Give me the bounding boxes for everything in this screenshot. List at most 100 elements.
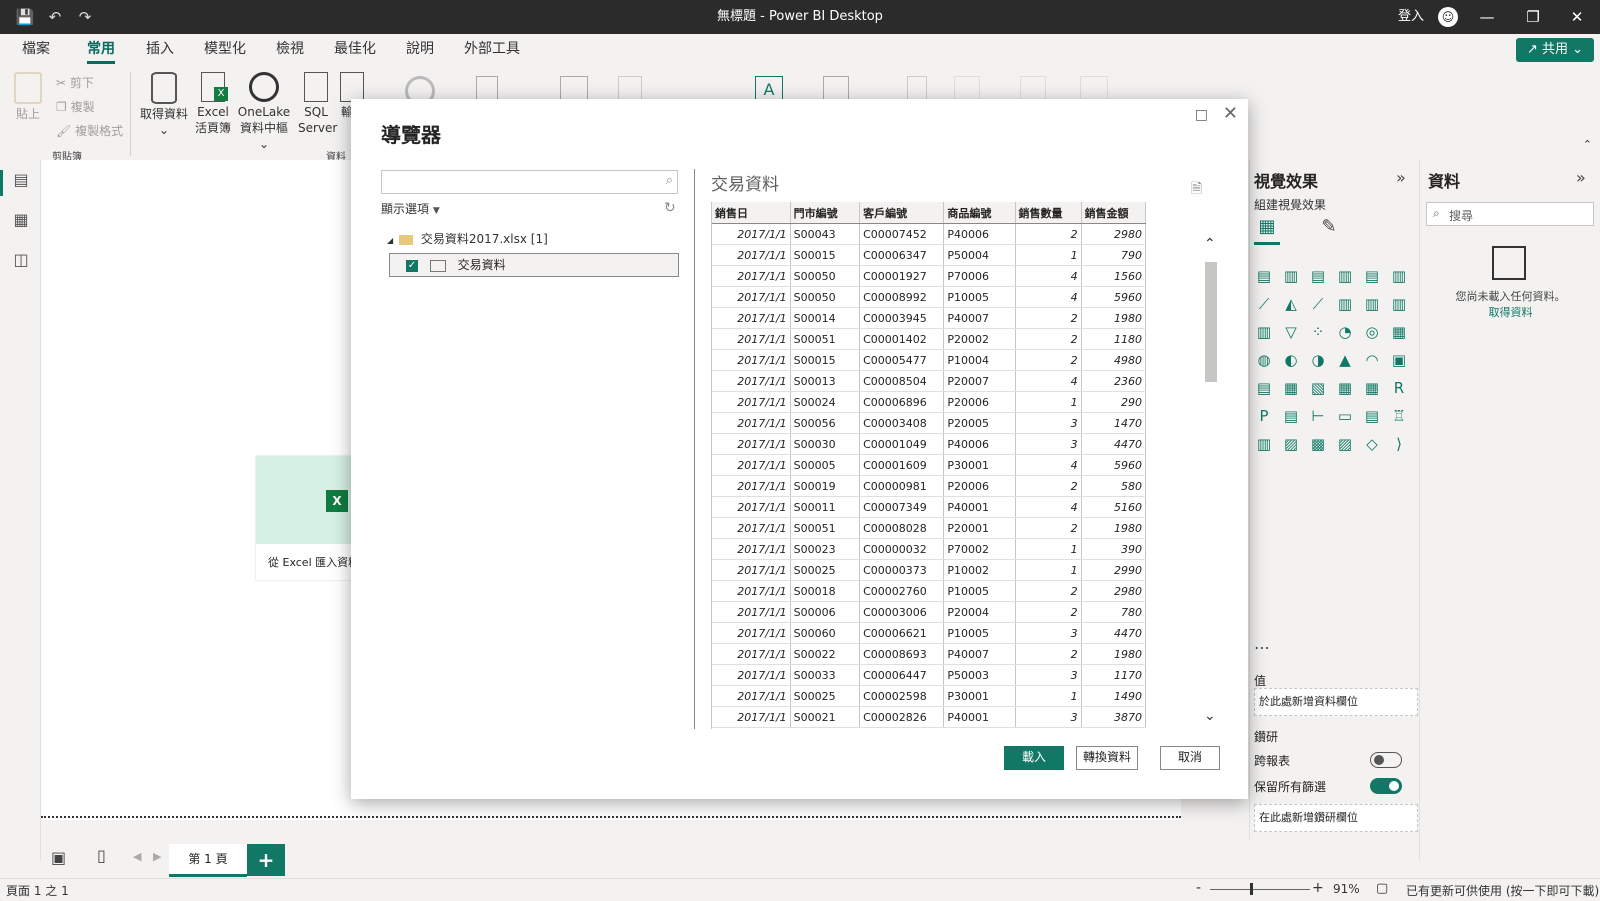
next-page-icon[interactable]: ▶ — [153, 850, 161, 863]
sheet-checkbox[interactable]: ✓ — [406, 259, 418, 272]
visual-type-icon[interactable]: ▭ — [1335, 406, 1355, 426]
visual-type-icon[interactable]: ▥ — [1362, 294, 1382, 314]
visual-type-icon[interactable]: ⟩ — [1389, 434, 1409, 454]
sql-server-button[interactable]: SQL Server — [298, 72, 337, 136]
visual-type-icon[interactable]: ▤ — [1254, 378, 1274, 398]
tab-view[interactable]: 檢視 — [276, 34, 304, 66]
navigator-search-input[interactable]: ⌕ — [381, 170, 678, 194]
scroll-up-icon[interactable]: ⌃ — [1204, 236, 1216, 252]
more-visuals-icon[interactable]: ⋯ — [1254, 638, 1270, 657]
data-search-input[interactable]: ⌕ 搜尋 — [1426, 202, 1594, 226]
drill-well[interactable]: 在此處新增鑽研欄位 — [1254, 804, 1418, 832]
visual-type-icon[interactable]: ▣ — [1389, 350, 1409, 370]
visual-type-icon[interactable]: ▤ — [1308, 266, 1328, 286]
visual-type-icon[interactable]: ◐ — [1281, 350, 1301, 370]
tree-sheet-item[interactable]: ✓ 交易資料 — [389, 253, 679, 277]
restore-icon[interactable]: ❐ — [1510, 0, 1556, 34]
import-excel-card[interactable]: X 從 Excel 匯入資料 — [256, 456, 359, 580]
update-notice[interactable]: 已有更新可供使用 (按一下即可下載) — [1406, 882, 1599, 899]
preview-table-container[interactable]: 銷售日 門市編號 客戶編號 商品編號 銷售數量 銷售金額 2017/1/1 S00043 C0… — [711, 202, 1146, 729]
visual-type-icon[interactable]: ⁘ — [1308, 322, 1328, 342]
cross-report-toggle[interactable] — [1370, 752, 1402, 768]
visual-type-icon[interactable]: ▽ — [1281, 322, 1301, 342]
visual-type-icon[interactable]: ⟋ — [1308, 294, 1328, 314]
cut-button[interactable]: ✂ 剪下 — [56, 74, 94, 91]
page-tab-1[interactable]: 第 1 頁 — [169, 844, 247, 877]
share-button[interactable]: ↗ 共用 ⌄ — [1516, 38, 1594, 62]
scroll-down-icon[interactable]: ⌄ — [1204, 708, 1216, 724]
visual-type-icon[interactable]: ◠ — [1362, 350, 1382, 370]
visual-type-icon[interactable]: ▤ — [1362, 406, 1382, 426]
get-data-button[interactable]: 取得資料 ⌄ — [140, 72, 188, 138]
zoom-in-icon[interactable]: + — [1312, 880, 1324, 896]
onelake-button[interactable]: OneLake 資料中樞⌄ — [236, 72, 292, 152]
expand-icon[interactable]: ◢ — [387, 236, 393, 245]
visual-type-icon[interactable]: ⊢ — [1308, 406, 1328, 426]
dialog-close-icon[interactable]: ✕ — [1223, 103, 1238, 124]
visual-type-icon[interactable]: ⟋ — [1254, 294, 1274, 314]
collapse-visuals-icon[interactable]: » — [1396, 168, 1406, 187]
visual-type-icon[interactable]: ▦ — [1389, 322, 1409, 342]
collapse-ribbon-icon[interactable]: ⌃ — [1583, 138, 1592, 151]
keep-filters-toggle[interactable] — [1370, 778, 1402, 794]
load-button[interactable]: 載入 — [1004, 746, 1064, 770]
visual-type-icon[interactable]: ▨ — [1281, 434, 1301, 454]
visual-type-icon[interactable]: ▥ — [1389, 266, 1409, 286]
zoom-slider-thumb[interactable] — [1250, 883, 1253, 895]
mobile-layout-icon[interactable]: ▯ — [97, 846, 106, 865]
tab-external-tools[interactable]: 外部工具 — [464, 34, 520, 66]
signin-link[interactable]: 登入 — [1398, 0, 1424, 34]
visual-type-icon[interactable]: R — [1389, 378, 1409, 398]
visual-type-icon[interactable]: ▩ — [1308, 434, 1328, 454]
tab-modeling[interactable]: 模型化 — [204, 34, 246, 66]
table-view-icon[interactable]: ▦ — [10, 210, 32, 232]
collapse-data-icon[interactable]: » — [1576, 168, 1586, 187]
zoom-slider[interactable] — [1210, 889, 1310, 890]
visual-type-icon[interactable]: ▥ — [1254, 434, 1274, 454]
visual-type-icon[interactable]: ▦ — [1281, 378, 1301, 398]
visual-type-icon[interactable]: ▦ — [1362, 378, 1382, 398]
transform-data-button[interactable]: 轉換資料 — [1076, 746, 1138, 770]
visual-type-icon[interactable]: ▤ — [1254, 266, 1274, 286]
minimize-icon[interactable]: — — [1464, 0, 1510, 34]
visual-type-icon[interactable]: ▧ — [1308, 378, 1328, 398]
visual-type-icon[interactable]: P — [1254, 406, 1274, 426]
visual-type-icon[interactable]: ◔ — [1335, 322, 1355, 342]
model-view-icon[interactable]: ◫ — [10, 250, 32, 272]
tab-insert[interactable]: 插入 — [146, 34, 174, 66]
visual-type-icon[interactable]: ▦ — [1335, 378, 1355, 398]
report-view-icon[interactable]: ▤ — [10, 170, 32, 192]
avatar-icon[interactable]: ☺ — [1438, 7, 1458, 27]
visual-type-icon[interactable]: ▥ — [1281, 266, 1301, 286]
visual-type-icon[interactable]: ◭ — [1281, 294, 1301, 314]
format-painter-button[interactable]: 🖌 複製格式 — [56, 122, 123, 139]
visual-type-icon[interactable]: ◍ — [1254, 350, 1274, 370]
excel-workbook-button[interactable]: X Excel 活頁簿 — [194, 72, 232, 136]
refresh-preview-icon[interactable]: ↻ — [664, 200, 676, 216]
scrollbar-thumb[interactable] — [1205, 262, 1217, 382]
paste-button[interactable]: 貼上 — [14, 72, 42, 122]
visual-type-icon[interactable]: ▥ — [1335, 266, 1355, 286]
values-well[interactable]: 於此處新增資料欄位 — [1254, 688, 1418, 716]
zoom-out-icon[interactable]: - — [1196, 880, 1201, 896]
visual-type-icon[interactable]: ◑ — [1308, 350, 1328, 370]
prev-page-icon[interactable]: ◀ — [133, 850, 141, 863]
visual-type-icon[interactable]: ▲ — [1335, 350, 1355, 370]
preview-scrollbar[interactable]: ⌃ ⌄ — [1203, 236, 1219, 728]
tree-file-node[interactable]: ◢ 交易資料2017.xlsx [1] — [387, 230, 548, 247]
get-data-link[interactable]: 取得資料 — [1420, 304, 1600, 320]
close-icon[interactable]: ✕ — [1554, 0, 1600, 34]
preview-options-icon[interactable]: 🗎 — [1191, 178, 1202, 202]
visual-type-icon[interactable]: ♖ — [1389, 406, 1409, 426]
tab-home[interactable]: 常用 — [87, 34, 115, 66]
build-visual-tab-icon[interactable]: ▦ — [1254, 216, 1280, 245]
fit-page-icon[interactable]: ▢ — [1376, 881, 1388, 896]
maximize-icon[interactable]: □ — [1195, 107, 1208, 123]
copy-button[interactable]: ❐ 複製 — [56, 98, 95, 115]
visual-type-icon[interactable]: ▥ — [1254, 322, 1274, 342]
pane-splitter[interactable] — [694, 169, 695, 729]
tab-file[interactable]: 檔案 — [22, 34, 50, 66]
visual-type-icon[interactable]: ▥ — [1335, 294, 1355, 314]
visual-type-icon[interactable]: ▨ — [1335, 434, 1355, 454]
format-visual-tab-icon[interactable]: ✎ — [1316, 216, 1342, 242]
